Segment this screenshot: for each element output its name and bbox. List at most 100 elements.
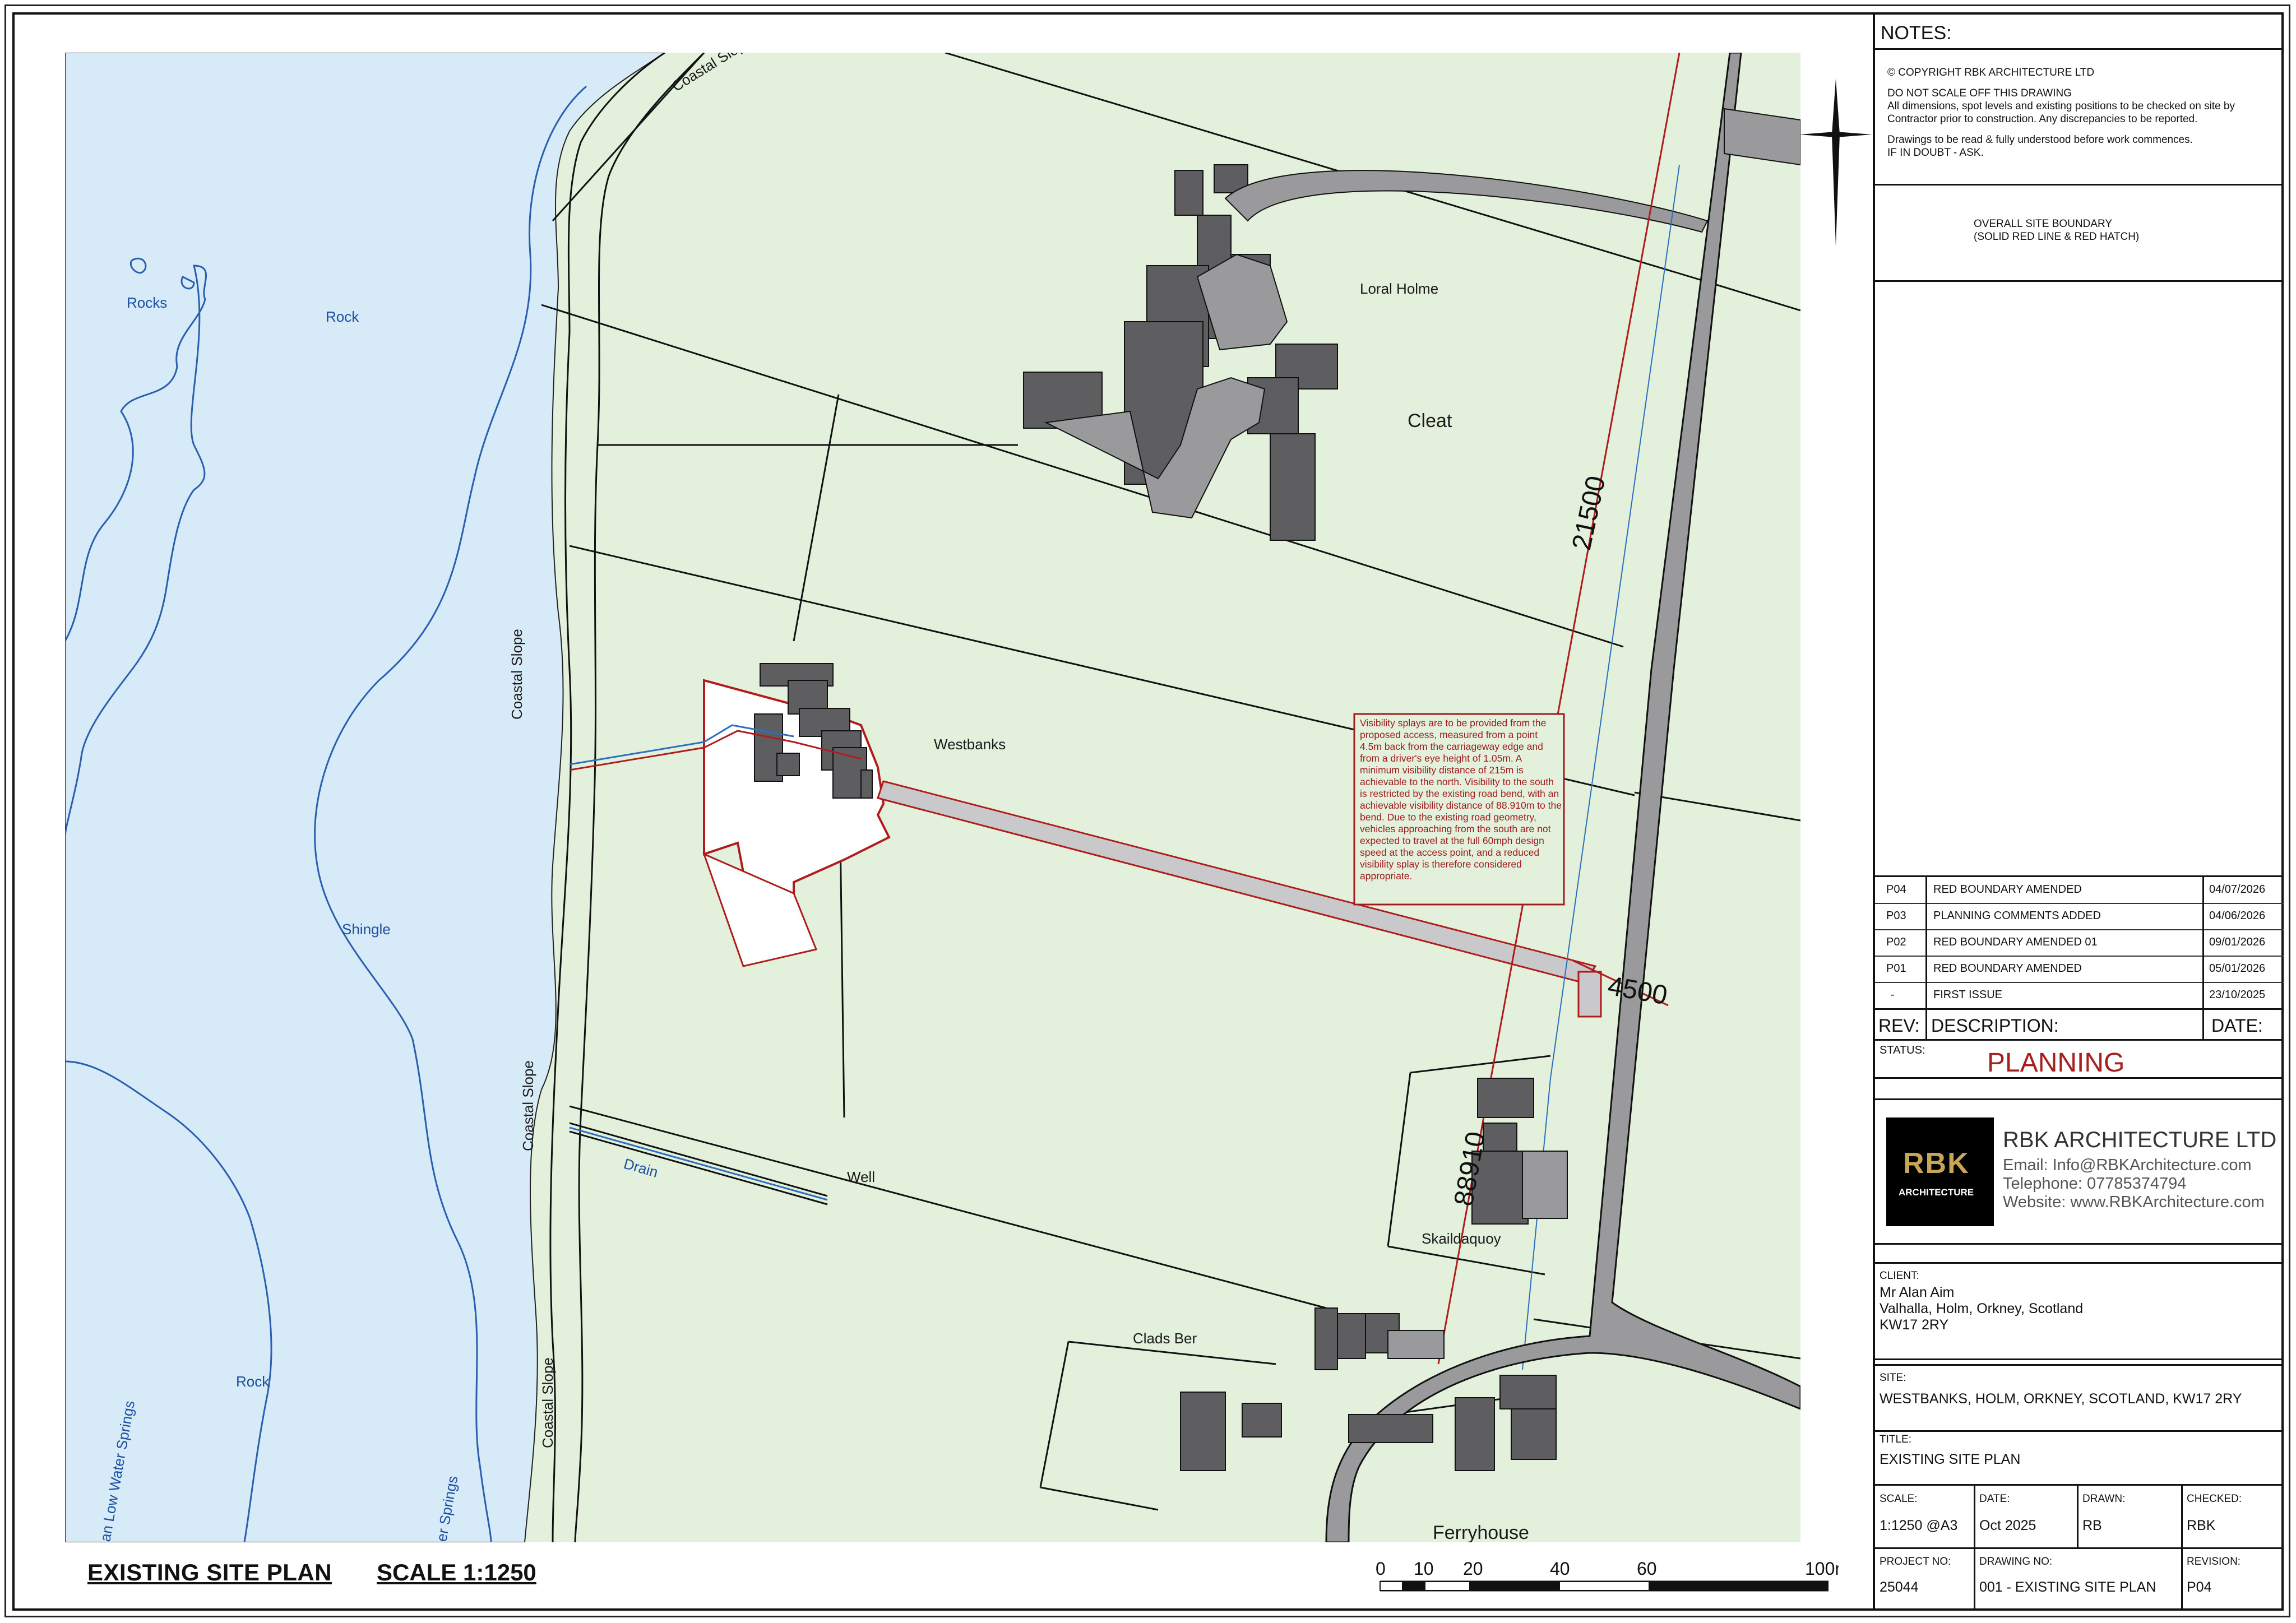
client-name: Mr Alan Aim <box>1880 1285 1955 1300</box>
rev-header-rev: REV: <box>1878 1015 1920 1036</box>
logo-text: RBK <box>1903 1147 1970 1180</box>
title-value: EXISTING SITE PLAN <box>1880 1452 2021 1467</box>
scale-label-60: 60 <box>1637 1559 1657 1579</box>
note-line-4: Drawings to be read & fully understood b… <box>1887 134 2193 146</box>
visibility-note: Visibility splays are to be provided fro… <box>1360 717 1562 882</box>
label-rock-2: Rock <box>236 1373 270 1390</box>
rev-header-date: DATE: <box>2211 1015 2263 1036</box>
company-logo: RBK ARCHITECTURE <box>1886 1117 1994 1226</box>
label-coastal-slope-2: Coastal Slope <box>508 629 525 720</box>
scale-label-100: 100m <box>1805 1559 1839 1579</box>
client-postcode: KW17 2RY <box>1880 1317 1949 1333</box>
note-copyright: © COPYRIGHT RBK ARCHITECTURE LTD <box>1887 67 2095 78</box>
drawing-scale-label: SCALE 1:1250 <box>377 1559 536 1585</box>
label-coastal-slope-4: Coastal Slope <box>539 1357 556 1448</box>
scale-label-40: 40 <box>1550 1559 1570 1579</box>
rev-description: PLANNING COMMENTS ADDED <box>1933 910 2101 922</box>
title-block: NOTES: © COPYRIGHT RBK ARCHITECTURE LTD … <box>1873 12 2284 1611</box>
drawing-sheet: Coastal Slope Coastal Slope Coastal Slop… <box>0 0 2296 1623</box>
label-cleat: Cleat <box>1408 410 1452 432</box>
status-label: STATUS: <box>1880 1044 1925 1056</box>
note-line-3: Contractor prior to construction. Any di… <box>1887 113 2198 125</box>
revision-row: P02 RED BOUNDARY AMENDED 01 09/01/2026 <box>1875 929 2284 957</box>
rev-description: RED BOUNDARY AMENDED <box>1933 962 2082 975</box>
company-telephone: Telephone: 07785374794 <box>2003 1175 2187 1193</box>
label-rock-1: Rock <box>326 308 359 325</box>
label-coastal-slope-3: Coastal Slope <box>520 1060 536 1151</box>
client-box: CLIENT: Mr Alan Aim Valhalla, Holm, Orkn… <box>1880 1270 2083 1333</box>
label-loral-holme: Loral Holme <box>1360 280 1438 297</box>
label-shingle: Shingle <box>342 921 391 938</box>
scale-label-0: 0 <box>1376 1559 1386 1579</box>
drawing-no-label: DRAWING NO: <box>1979 1556 2053 1568</box>
legend-text: OVERALL SITE BOUNDARY (SOLID RED LINE & … <box>1974 217 2139 243</box>
project-value: 25044 <box>1880 1579 1919 1595</box>
date-value: Oct 2025 <box>1979 1518 2036 1533</box>
rev-description: FIRST ISSUE <box>1933 989 2002 1001</box>
note-line-2: All dimensions, spot levels and existing… <box>1887 100 2235 112</box>
project-label: PROJECT NO: <box>1880 1556 1951 1568</box>
legend-line-1: OVERALL SITE BOUNDARY <box>1974 218 2113 230</box>
access-bellmouth <box>1577 971 1602 1018</box>
project-cell: PROJECT NO: 25044 <box>1880 1556 1951 1596</box>
scale-cell: SCALE: 1:1250 @A3 <box>1880 1493 1957 1534</box>
scale-label-20: 20 <box>1463 1559 1483 1579</box>
drawn-label: DRAWN: <box>2082 1493 2126 1505</box>
rev-date: 05/01/2026 <box>2209 962 2266 975</box>
rev-code: P03 <box>1886 910 1906 922</box>
note-line-1: DO NOT SCALE OFF THIS DRAWING <box>1887 87 2072 99</box>
rev-header-desc: DESCRIPTION: <box>1931 1015 2059 1036</box>
drawn-value: RB <box>2082 1518 2102 1533</box>
company-name: RBK ARCHITECTURE LTD <box>2003 1128 2277 1152</box>
status-box: STATUS: PLANNING <box>1875 1041 2284 1079</box>
company-email: Email: Info@RBKArchitecture.com <box>2003 1156 2252 1174</box>
revision-cell: REVISION: P04 <box>2187 1556 2241 1596</box>
site-box: SITE: WESTBANKS, HOLM, ORKNEY, SCOTLAND,… <box>1880 1372 2242 1407</box>
scale-value: 1:1250 @A3 <box>1880 1518 1958 1533</box>
checked-cell: CHECKED: RBK <box>2187 1493 2242 1534</box>
rev-code: P01 <box>1886 962 1906 975</box>
legend-line-2: (SOLID RED LINE & RED HATCH) <box>1974 231 2140 243</box>
rev-code: P02 <box>1886 936 1906 948</box>
site-value: WESTBANKS, HOLM, ORKNEY, SCOTLAND, KW17 … <box>1880 1391 2242 1407</box>
revision-row: - FIRST ISSUE 23/10/2025 <box>1875 982 2284 1010</box>
drawn-cell: DRAWN: RB <box>2082 1493 2125 1534</box>
client-label: CLIENT: <box>1880 1270 1919 1282</box>
label-clads-ber: Clads Ber <box>1133 1330 1197 1347</box>
revision-row: P04 RED BOUNDARY AMENDED 04/07/2026 <box>1875 877 2284 904</box>
north-compass <box>1799 78 1872 247</box>
drawing-no-cell: DRAWING NO: 001 - EXISTING SITE PLAN <box>1979 1556 2156 1596</box>
scale-bar: 0 10 20 40 60 100m <box>1376 1559 1839 1592</box>
client-address: Valhalla, Holm, Orkney, Scotland <box>1880 1301 2084 1316</box>
scale-label: SCALE: <box>1880 1493 1918 1505</box>
revision-label: REVISION: <box>2187 1556 2241 1568</box>
company-details: RBK ARCHITECTURE LTD Email: Info@RBKArch… <box>2003 1128 2283 1212</box>
rev-description: RED BOUNDARY AMENDED <box>1933 883 2082 896</box>
rev-date: 04/06/2026 <box>2209 910 2266 922</box>
rev-date: 04/07/2026 <box>2209 883 2266 896</box>
date-cell: DATE: Oct 2025 <box>1979 1493 2036 1534</box>
label-skaildaquoy: Skaildaquoy <box>1422 1230 1501 1247</box>
notes-heading: NOTES: <box>1881 22 1952 44</box>
skaildaquoy-yard <box>1522 1151 1568 1219</box>
site-map: Coastal Slope Coastal Slope Coastal Slop… <box>65 53 1800 1542</box>
southern-yard <box>1387 1330 1445 1359</box>
note-line-5: IF IN DOUBT - ASK. <box>1887 147 1984 159</box>
label-westbanks: Westbanks <box>934 736 1006 753</box>
checked-value: RBK <box>2187 1518 2216 1533</box>
rev-header-row: REV: DESCRIPTION: DATE: <box>1875 1010 2284 1041</box>
logo-subtext: ARCHITECTURE <box>1899 1187 1974 1198</box>
rev-date: 23/10/2025 <box>2209 989 2266 1001</box>
label-well: Well <box>847 1168 875 1185</box>
site-label: SITE: <box>1880 1372 1906 1384</box>
rev-code: P04 <box>1886 883 1906 896</box>
revision-value: P04 <box>2187 1579 2212 1595</box>
title-label: TITLE: <box>1880 1434 1912 1445</box>
revision-row: P03 PLANNING COMMENTS ADDED 04/06/2026 <box>1875 903 2284 930</box>
scale-label-10: 10 <box>1414 1559 1434 1579</box>
label-rocks: Rocks <box>127 294 167 311</box>
notes-body: © COPYRIGHT RBK ARCHITECTURE LTD DO NOT … <box>1887 66 2280 159</box>
drawing-no-value: 001 - EXISTING SITE PLAN <box>1979 1579 2156 1595</box>
rev-date: 09/01/2026 <box>2209 936 2266 948</box>
checked-label: CHECKED: <box>2187 1493 2242 1505</box>
